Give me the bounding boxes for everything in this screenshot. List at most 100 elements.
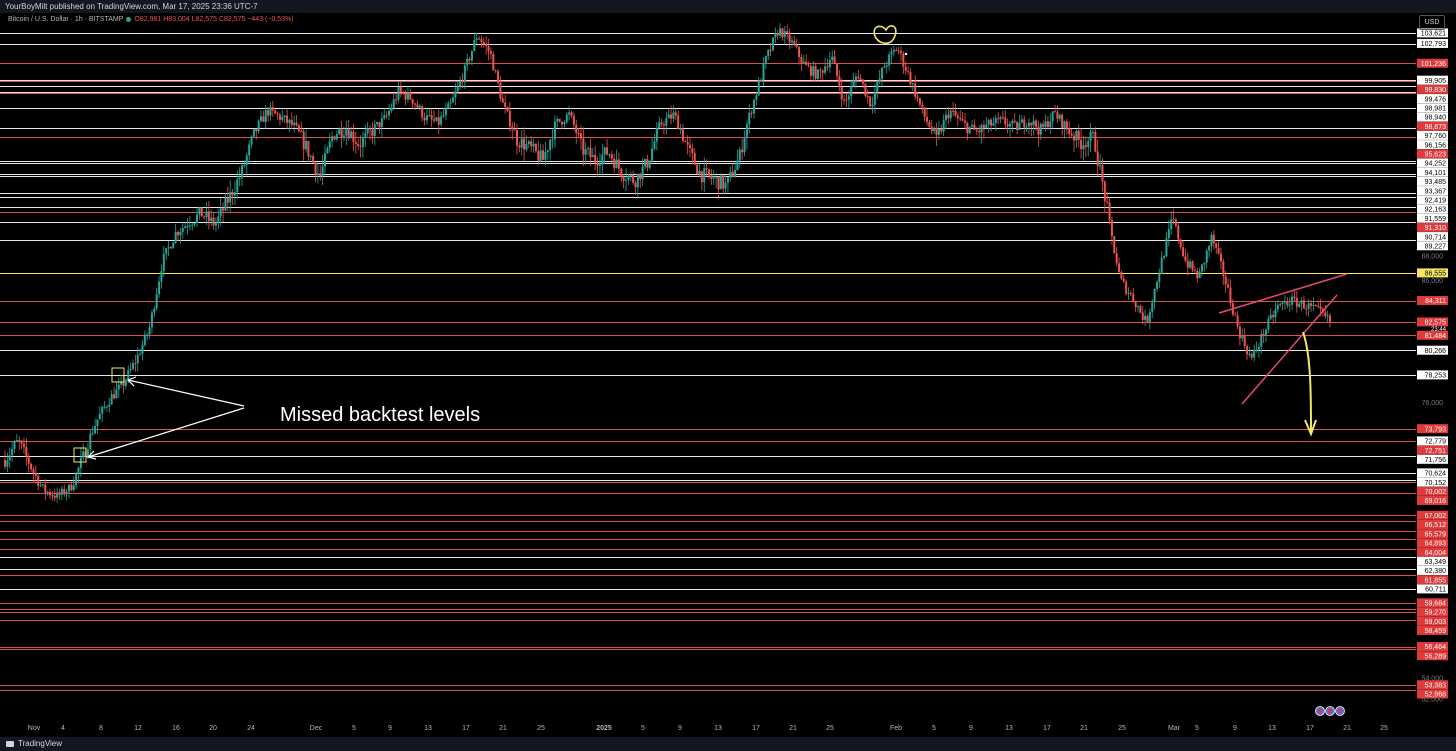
level-label-15: 93,367	[1425, 188, 1447, 195]
candle-body	[1172, 219, 1175, 221]
candle-body	[1030, 122, 1033, 126]
candle-body	[918, 98, 921, 105]
candle-body	[1120, 272, 1123, 279]
candle-body	[72, 485, 75, 491]
candle-body	[978, 130, 981, 133]
candle-body	[1229, 287, 1232, 304]
candle-body	[622, 177, 625, 181]
candle-body	[1167, 229, 1170, 239]
candle-body	[63, 488, 66, 495]
candle-body	[1324, 312, 1327, 317]
candle-body	[617, 159, 620, 169]
candle-body	[831, 56, 834, 60]
candle-body	[371, 129, 374, 136]
candle-body	[1113, 236, 1116, 254]
candle-body	[41, 484, 44, 486]
candle-body	[1032, 120, 1035, 126]
candle-body	[575, 124, 578, 134]
candle-body	[195, 214, 198, 224]
ohlc-change: −443 (−0.53%)	[247, 16, 294, 23]
candle-body	[214, 223, 217, 226]
candle-body	[219, 208, 222, 217]
candle-body	[30, 463, 33, 470]
candle-body	[1151, 302, 1154, 312]
candle-body	[1210, 234, 1213, 247]
candle-body	[1236, 315, 1239, 327]
candle-body	[1276, 305, 1279, 310]
time-tick-32: 17	[1306, 725, 1314, 732]
candle-body	[323, 153, 326, 167]
candle-body	[86, 449, 89, 457]
candle-body	[1106, 201, 1109, 203]
candle-body	[712, 177, 715, 179]
time-tick-8: 5	[352, 725, 356, 732]
level-label-41: 63,349	[1425, 559, 1447, 566]
symbol-legend[interactable]: Bitcoin / U.S. Dollar · 1h · BITSTAMP O82…	[8, 16, 294, 23]
candle-body	[1006, 124, 1009, 127]
price-tick-4: 88,000	[1422, 253, 1444, 260]
candle-body	[660, 122, 663, 125]
market-status-icon	[126, 16, 132, 22]
candle-body	[276, 113, 279, 115]
candle-body	[980, 124, 983, 133]
candle-body	[511, 126, 514, 130]
level-label-13: 94,101	[1425, 170, 1447, 177]
candle-body	[1205, 250, 1208, 263]
candle-body	[798, 47, 801, 57]
candle-body	[378, 122, 381, 128]
candle-body	[340, 128, 343, 138]
candle-body	[615, 159, 618, 169]
level-label-24: 82,575	[1425, 320, 1447, 327]
candle-body	[923, 107, 926, 118]
candle-body	[565, 114, 568, 123]
candle-body	[1013, 120, 1016, 123]
candle-body	[959, 117, 962, 120]
candle-body	[328, 141, 331, 148]
candle-body	[191, 224, 194, 226]
candle-body	[172, 242, 175, 249]
candle-body	[755, 95, 758, 100]
candle-body	[1080, 139, 1083, 150]
candle-body	[926, 117, 929, 122]
candle-body	[947, 114, 950, 119]
candle-body	[338, 128, 341, 135]
candle-body	[158, 281, 161, 295]
level-label-27: 78,253	[1425, 373, 1447, 380]
candle-body	[350, 131, 353, 139]
candle-body	[1110, 219, 1113, 237]
currency-button[interactable]: USD	[1419, 15, 1445, 30]
candle-body	[321, 166, 324, 176]
candle-body	[945, 114, 948, 121]
candle-body	[1186, 260, 1189, 268]
event-badge-dot-icon	[1338, 709, 1342, 713]
price-axis[interactable]: 52,00054,00076,00086,00088,00090,000103,…	[1416, 13, 1456, 737]
candle-body	[1016, 122, 1019, 131]
candle-body	[131, 363, 134, 369]
candle-body	[705, 168, 708, 170]
symbol-name[interactable]: Bitcoin / U.S. Dollar · 1h · BITSTAMP	[8, 16, 123, 23]
candle-body	[907, 70, 910, 72]
candle-body	[1158, 273, 1161, 283]
candle-body	[726, 177, 729, 183]
candle-body	[883, 66, 886, 68]
candle-body	[1250, 353, 1253, 358]
time-tick-30: 9	[1233, 725, 1237, 732]
price-chart[interactable]: 52,00054,00076,00086,00088,00090,000103,…	[0, 0, 1456, 751]
candle-body	[113, 394, 116, 399]
candle-body	[549, 139, 552, 151]
candle-body	[331, 136, 334, 142]
candle-body	[217, 216, 220, 224]
candle-body	[928, 121, 931, 127]
candle-body	[188, 225, 191, 227]
time-tick-23: 9	[969, 725, 973, 732]
candle-body	[648, 160, 651, 168]
candle-body	[579, 133, 582, 139]
level-label-45: 59,684	[1425, 601, 1447, 608]
time-tick-31: 13	[1268, 725, 1276, 732]
candle-body	[1061, 114, 1064, 128]
candle-body	[37, 475, 40, 486]
candle-body	[641, 166, 644, 180]
time-tick-22: 5	[932, 725, 936, 732]
candle-body	[262, 116, 265, 122]
candle-body	[1122, 278, 1125, 282]
